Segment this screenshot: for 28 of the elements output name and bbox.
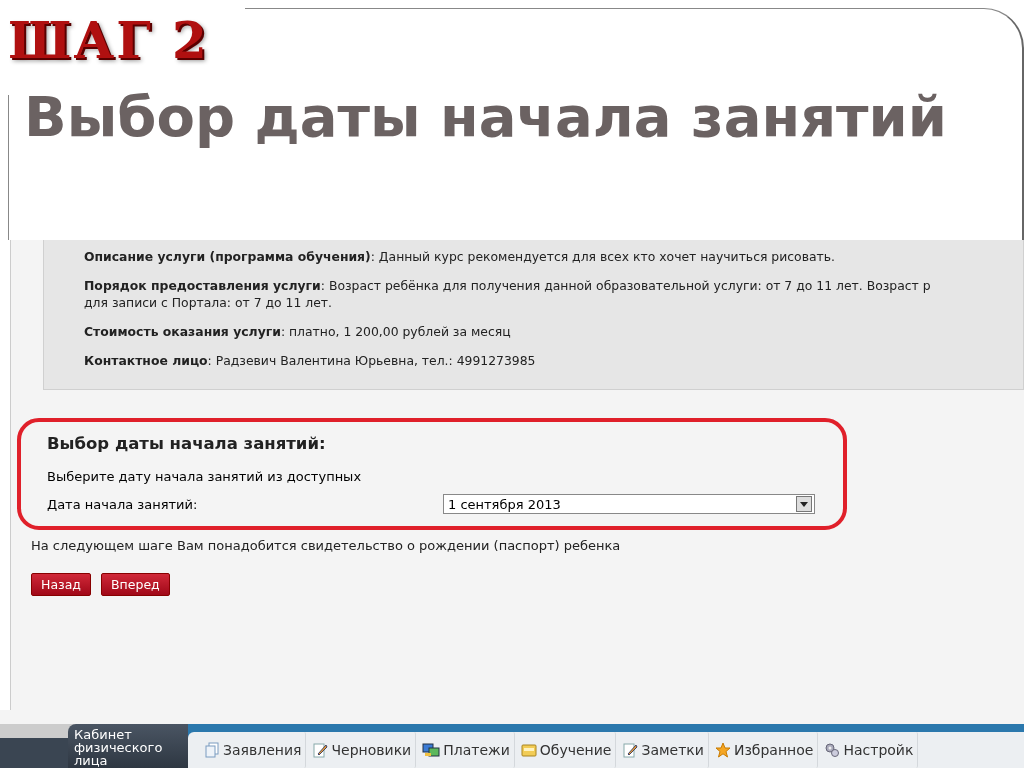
hint-text: Выберите дату начала занятий из доступных <box>47 469 363 484</box>
menu-tab[interactable]: Обучение <box>516 732 617 768</box>
pencil-icon <box>622 742 639 758</box>
menu-tab[interactable]: Заявления <box>200 732 307 768</box>
folder-icon <box>520 742 537 758</box>
step-heading: ШАГ 2 <box>8 16 209 66</box>
date-select[interactable]: 1 сентября 2013 <box>443 494 815 514</box>
cabinet-tab[interactable]: Кабинет физического лица <box>68 724 188 768</box>
note-text: На следующем шаге Вам понадобится свидетельство о рождении (паспорт) ребенка <box>31 538 622 553</box>
pages-icon <box>204 742 220 758</box>
slide-title: Выбор даты начала занятий <box>24 84 947 149</box>
menu-tab[interactable]: Платежи <box>418 732 515 768</box>
menu-tab[interactable]: Избранное <box>710 732 819 768</box>
menu-tab[interactable]: Заметки <box>618 732 709 768</box>
info-paragraph: Стоимость оказания услуги: платно, 1 200,00 рублей за месяц <box>84 323 512 340</box>
info-paragraph: Описание услуги (программа обучения): Данный курс рекомендуется для всех кто хочет научиться рисовать. <box>84 248 837 265</box>
nav-button[interactable]: Вперед <box>101 573 170 596</box>
info-paragraph: Порядок предоставления услуги: Возраст ребёнка для получения данной образовательной услуги: от 7 до 11 лет. Возраст р для записи с Портала: от 7 до 11 лет. <box>84 277 932 311</box>
section-heading: Выбор даты начала занятий: <box>47 434 327 453</box>
caret-icon <box>800 501 808 507</box>
nav-button[interactable]: Назад <box>31 573 91 596</box>
monitor-icon <box>422 742 441 758</box>
menu-tab[interactable]: Черновики <box>308 732 417 768</box>
pencil-icon <box>312 742 329 758</box>
field-label: Дата начала занятий: <box>47 496 199 512</box>
menu-tab[interactable]: Настройк <box>820 732 919 768</box>
star-icon <box>714 742 731 758</box>
info-paragraph: Контактное лицо: Радзевич Валентина Юрьевна, тел.: 4991273985 <box>84 352 537 369</box>
